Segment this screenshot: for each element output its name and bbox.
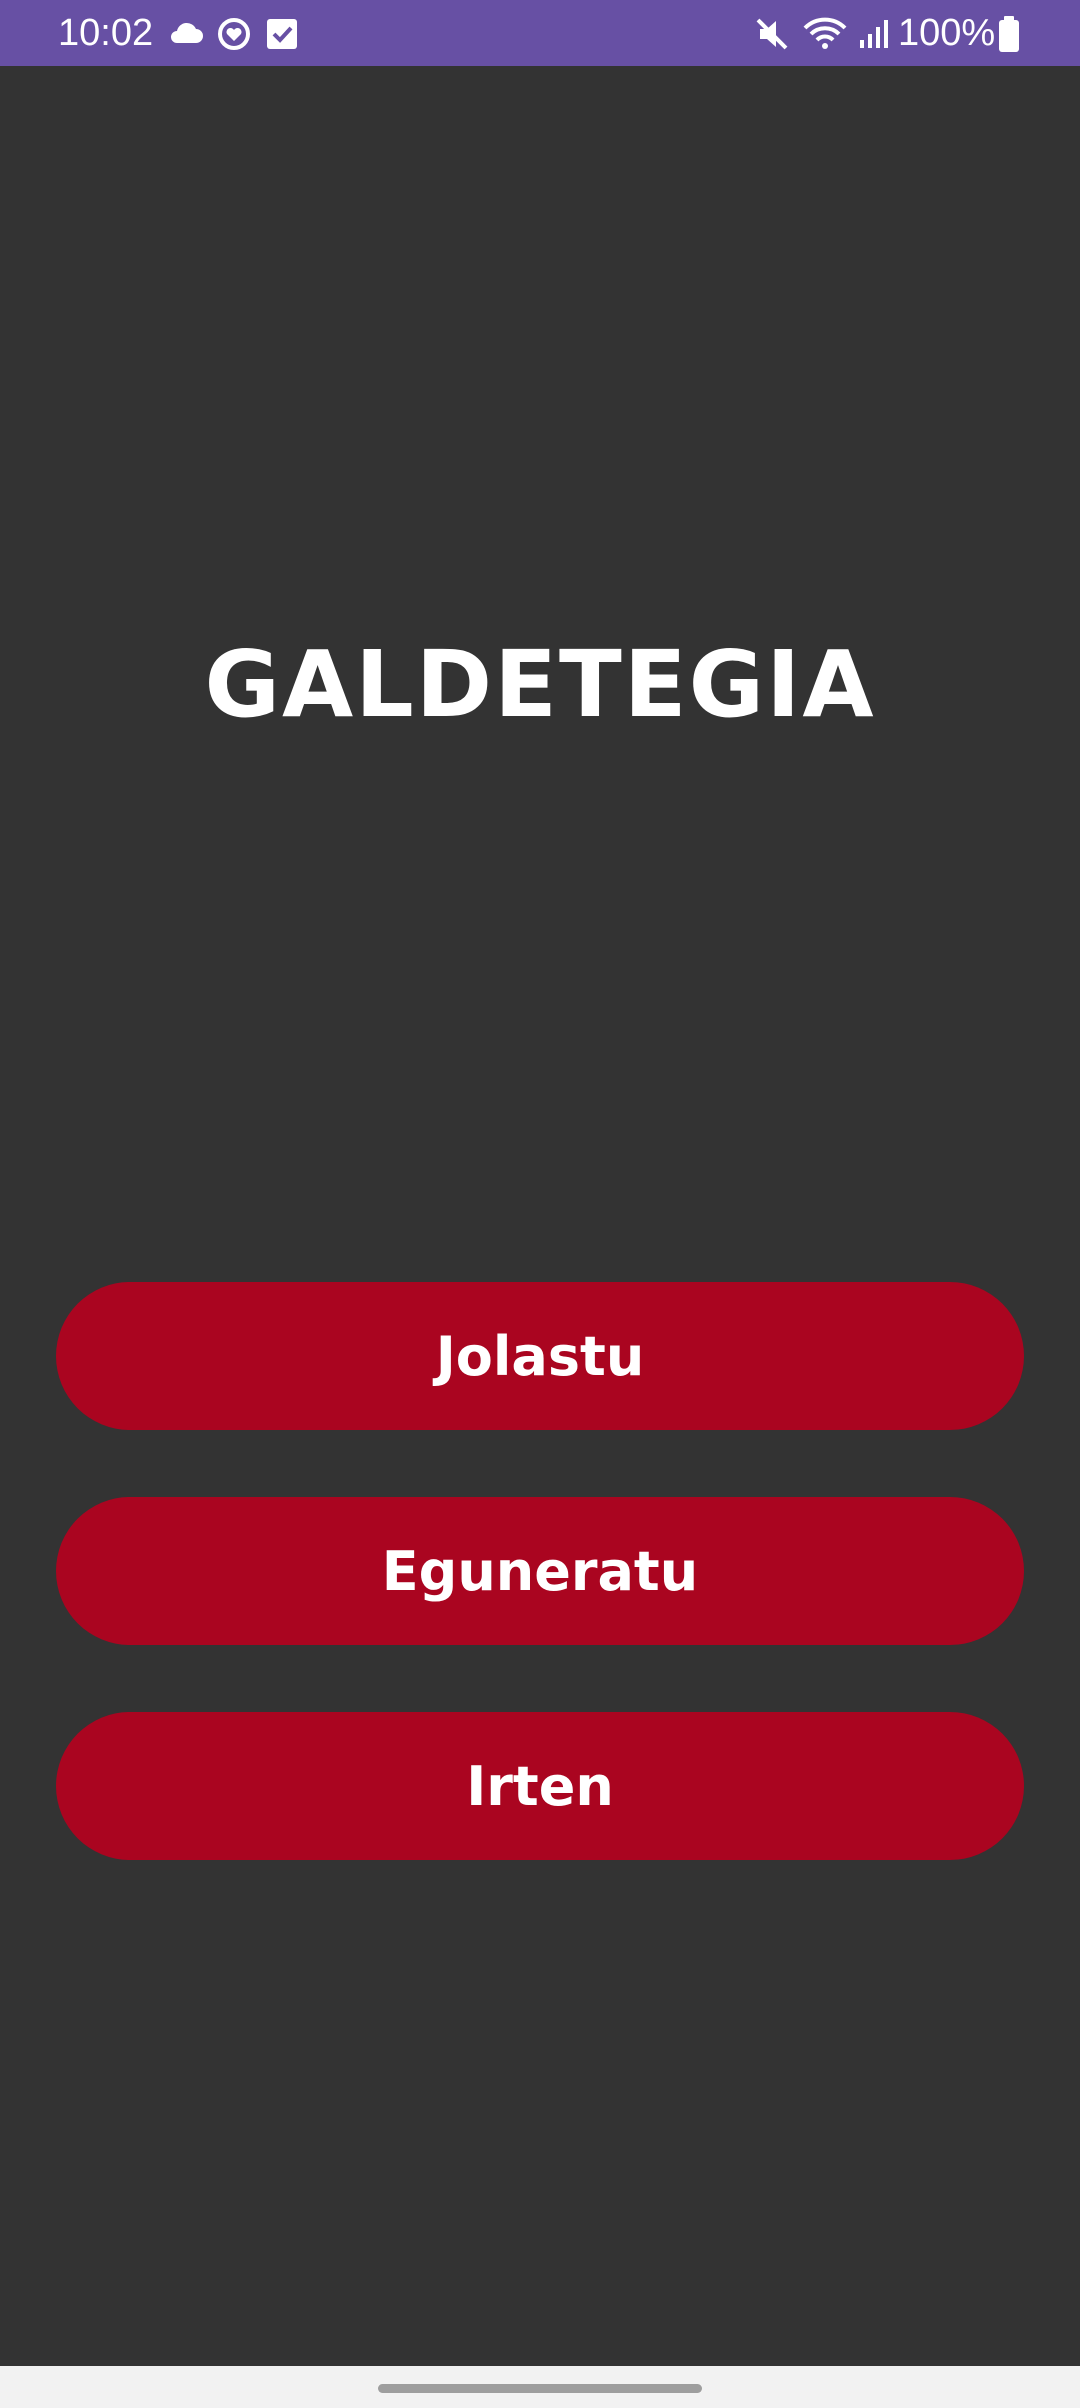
battery-percent: 100% xyxy=(898,12,996,54)
play-button[interactable]: Jolastu xyxy=(56,1282,1024,1430)
heart-sync-icon xyxy=(214,14,254,54)
mute-icon xyxy=(752,14,792,54)
cloud-icon xyxy=(166,14,206,54)
exit-button[interactable]: Irten xyxy=(56,1712,1024,1860)
wifi-icon xyxy=(802,14,848,54)
status-time: 10:02 xyxy=(58,12,154,54)
status-bar: 10:02 100% xyxy=(0,0,1080,66)
app-title: GALDETEGIA xyxy=(204,631,876,738)
navigation-bar xyxy=(0,2366,1080,2408)
checkbox-icon xyxy=(262,14,302,54)
signal-icon xyxy=(854,14,894,54)
update-button[interactable]: Eguneratu xyxy=(56,1497,1024,1645)
home-gesture-handle[interactable] xyxy=(378,2384,702,2393)
battery-icon xyxy=(996,14,1022,54)
